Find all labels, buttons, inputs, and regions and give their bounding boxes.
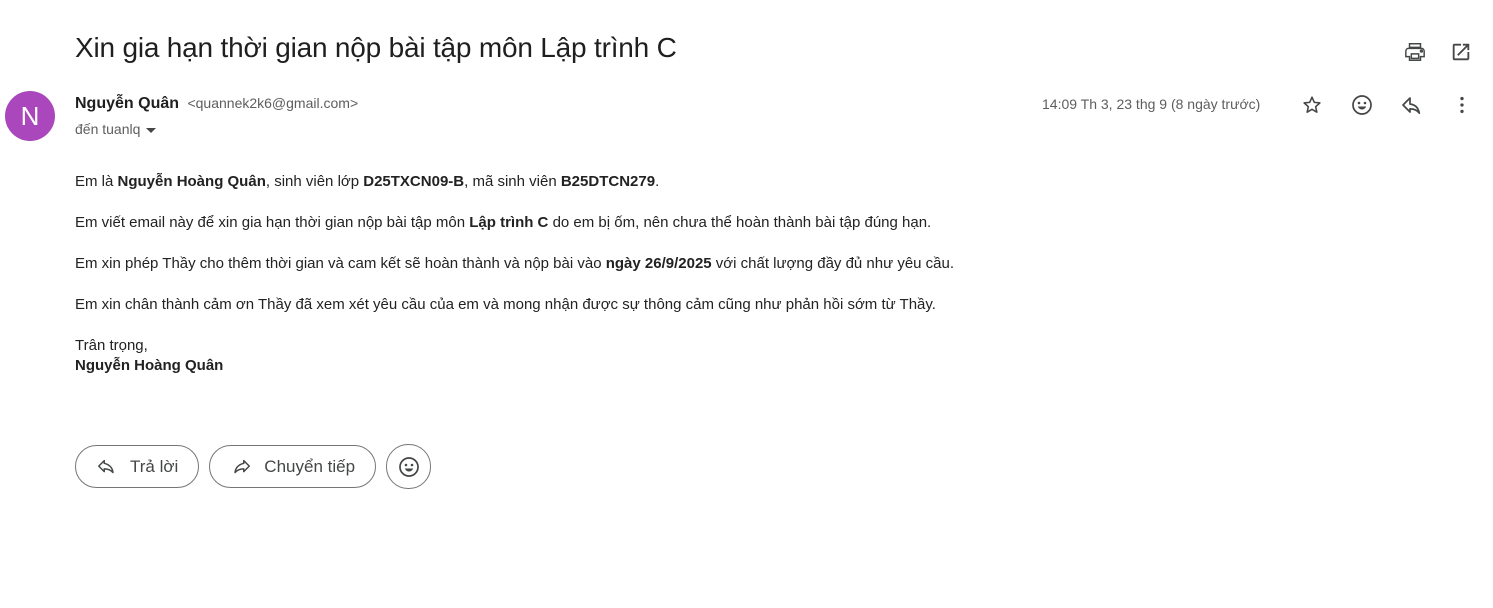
sender-line: Nguyễn Quân <quannek2k6@gmail.com> — [75, 95, 358, 113]
reply-button[interactable]: Trả lời — [75, 445, 200, 488]
forward-label: Chuyển tiếp — [264, 456, 356, 476]
chevron-down-icon — [146, 127, 157, 133]
body-text: Em viết email này để xin gia hạn thời gi… — [75, 214, 470, 231]
message-date: 14:09 Th 3, 23 thg 9 (8 ngày trước) — [1042, 96, 1261, 112]
email-subject: Xin gia hạn thời gian nộp bài tập môn Lậ… — [75, 32, 677, 63]
body-text: , sinh viên lớp — [265, 173, 364, 190]
reply-icon — [98, 459, 114, 473]
signature: Nguyễn Hoàng Quân — [75, 357, 224, 374]
sender-email: <quannek2k6@gmail.com> — [187, 95, 359, 111]
recipients-toggle[interactable]: đến tuanlq — [75, 121, 157, 137]
body-bold-date: ngày 26/9/2025 — [605, 255, 712, 272]
body-text: , mã sinh viên — [464, 173, 561, 190]
body-paragraph-reason: Em viết email này để xin gia hạn thời gi… — [75, 213, 1375, 233]
email-view: Xin gia hạn thời gian nộp bài tập môn Lậ… — [0, 0, 1493, 608]
reply-icon[interactable] — [1398, 91, 1426, 119]
emoji-reaction-button[interactable] — [386, 444, 432, 489]
body-paragraph-intro: Em là Nguyễn Hoàng Quân, sinh viên lớp D… — [75, 172, 1375, 192]
body-bold-class: D25TXCN09-B — [363, 173, 465, 190]
body-text: do em bị ốm, nên chưa thể hoàn thành bài… — [548, 214, 932, 231]
print-icon[interactable] — [1401, 38, 1429, 66]
reply-actions: Trả lời Chuyển tiếp — [75, 444, 432, 489]
body-paragraph-thanks: Em xin chân thành cảm ơn Thầy đã xem xét… — [75, 296, 936, 313]
message-toolbar — [1298, 91, 1476, 119]
sender-name[interactable]: Nguyễn Quân — [75, 95, 179, 112]
avatar-letter: N — [20, 100, 40, 131]
forward-button[interactable]: Chuyển tiếp — [209, 445, 377, 488]
emoji-icon[interactable] — [1348, 91, 1376, 119]
forward-icon — [234, 459, 251, 473]
emoji-icon — [398, 456, 419, 477]
body-bold-name: Nguyễn Hoàng Quân — [117, 173, 266, 190]
body-text: với chất lượng đầy đủ như yêu cầu. — [711, 255, 955, 272]
more-vert-icon[interactable] — [1448, 91, 1476, 119]
closing-line: Trân trọng, — [75, 337, 148, 354]
body-text: Em là — [75, 173, 118, 190]
email-body: Em là Nguyễn Hoàng Quân, sinh viên lớp D… — [75, 172, 1375, 376]
thread-toolbar — [1401, 38, 1475, 66]
sender-avatar[interactable]: N — [5, 91, 55, 141]
open-in-new-icon[interactable] — [1447, 38, 1475, 66]
body-bold-course: Lập trình C — [469, 214, 549, 231]
body-text: . — [655, 173, 660, 190]
body-text: Em xin phép Thầy cho thêm thời gian và c… — [75, 255, 606, 272]
body-paragraph-request: Em xin phép Thầy cho thêm thời gian và c… — [75, 254, 1375, 274]
reply-label: Trả lời — [130, 456, 179, 476]
recipients-label: đến tuanlq — [75, 121, 141, 137]
star-icon[interactable] — [1298, 91, 1326, 119]
body-bold-student-id: B25DTCN279 — [560, 173, 656, 190]
